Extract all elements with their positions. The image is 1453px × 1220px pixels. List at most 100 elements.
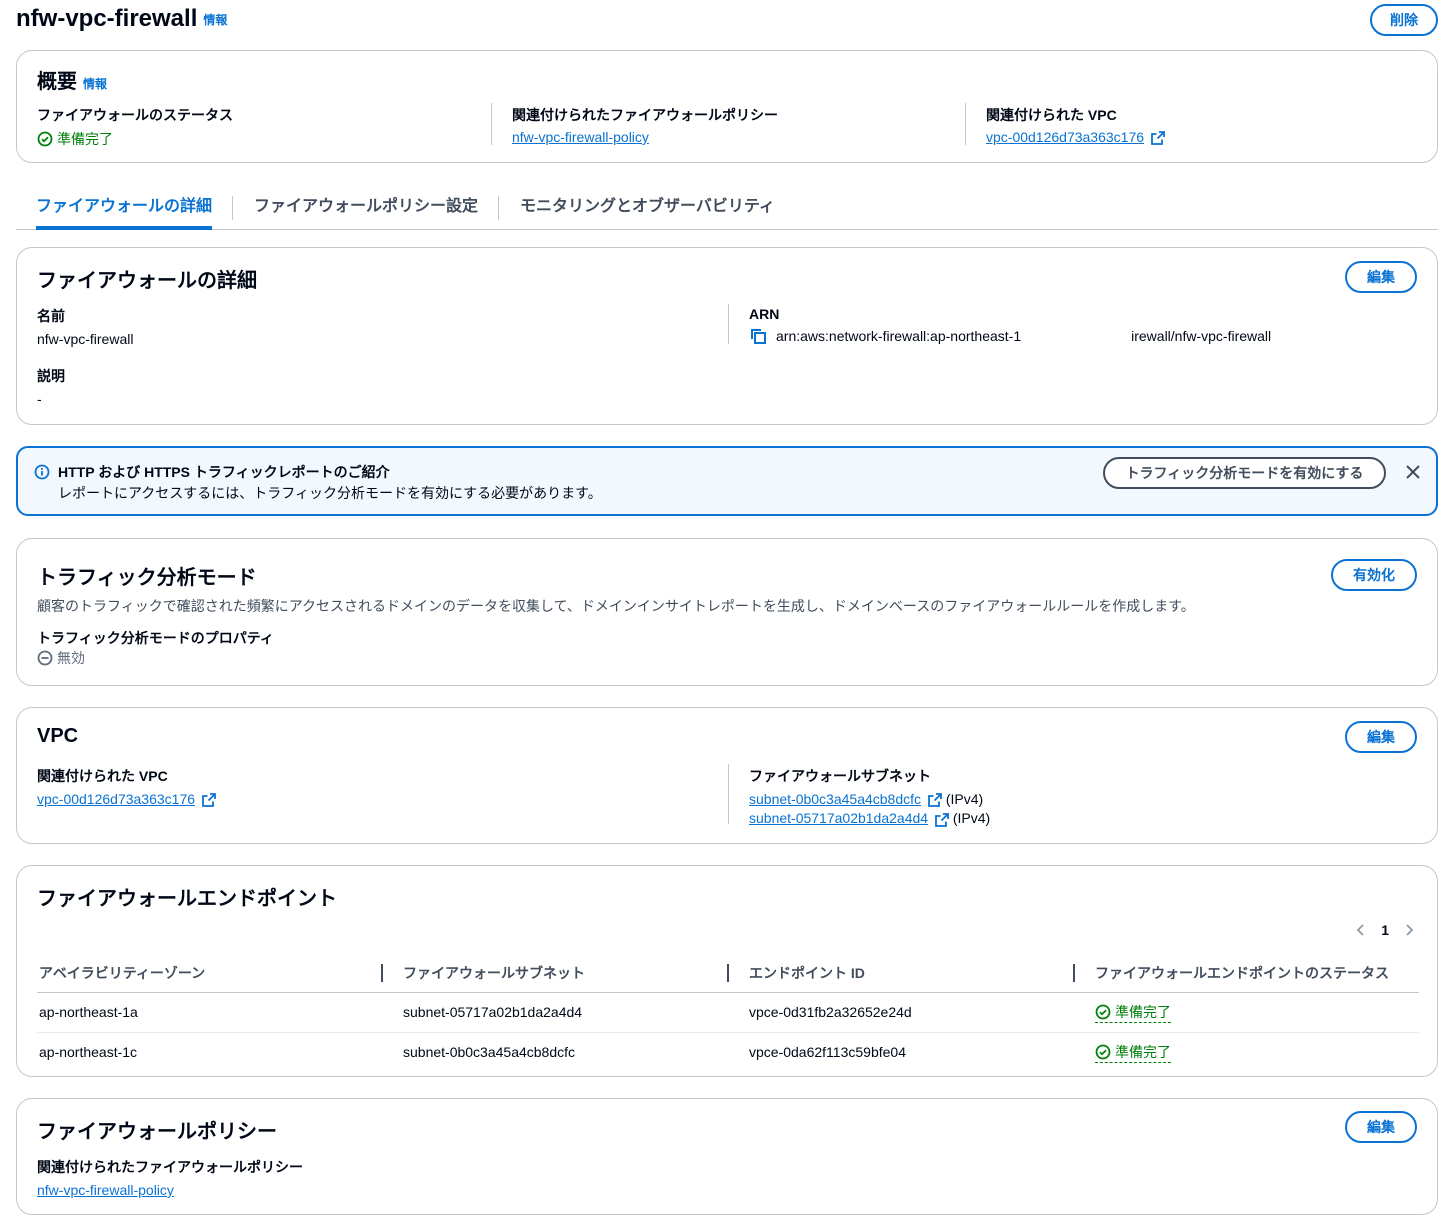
external-link-icon[interactable] bbox=[202, 793, 216, 808]
info-link[interactable]: 情報 bbox=[203, 13, 227, 27]
arn-value-left: arn:aws:network-firewall:ap-northeast-1 bbox=[776, 328, 1022, 344]
policy-link[interactable]: nfw-vpc-firewall-policy bbox=[512, 129, 649, 145]
page-header: nfw-vpc-firewall 情報 削除 bbox=[16, 4, 1438, 38]
page-number[interactable]: 1 bbox=[1381, 922, 1389, 938]
delete-button[interactable]: 削除 bbox=[1370, 4, 1438, 36]
endpoints-title: ファイアウォールエンドポイント bbox=[37, 888, 337, 910]
chevron-right-icon[interactable] bbox=[1403, 923, 1415, 937]
tab-bar: ファイアウォールの詳細 ファイアウォールポリシー設定 モニタリングとオブザーバビ… bbox=[16, 186, 1438, 230]
endpoint-status[interactable]: 準備完了 bbox=[1095, 1042, 1171, 1063]
external-link-icon[interactable] bbox=[1151, 131, 1165, 146]
description-value: - bbox=[37, 391, 42, 407]
arn-field: ARN arn:aws:network-firewall:ap-northeas… bbox=[749, 306, 1271, 345]
endpoint-cell: vpce-0da62f113c59bfe04 bbox=[749, 1044, 906, 1061]
pagination: 1 bbox=[1355, 922, 1415, 938]
divider bbox=[728, 764, 729, 824]
column-header[interactable]: ファイアウォールエンドポイントのステータス bbox=[1073, 954, 1419, 993]
subnet-field: ファイアウォールサブネット subnet-0b0c3a45a4cb8dcfc (… bbox=[749, 766, 990, 827]
endpoint-status-text: 準備完了 bbox=[1115, 1003, 1171, 1020]
overview-info-link[interactable]: 情報 bbox=[83, 77, 107, 91]
info-alert: HTTP および HTTPS トラフィックレポートのご紹介 レポートにアクセスす… bbox=[16, 446, 1438, 516]
subnet-cell: subnet-05717a02b1da2a4d4 bbox=[401, 992, 747, 1033]
policy-label: 関連付けられたファイアウォールポリシー bbox=[512, 107, 778, 123]
subnet-field-label: ファイアウォールサブネット bbox=[749, 768, 931, 784]
vpc-field: 関連付けられた VPC vpc-00d126d73a363c176 bbox=[37, 766, 216, 808]
tab-monitoring[interactable]: モニタリングとオブザーバビリティ bbox=[520, 186, 775, 230]
chevron-left-icon[interactable] bbox=[1355, 923, 1367, 937]
vpc-label: 関連付けられた VPC bbox=[986, 107, 1117, 123]
az-cell: ap-northeast-1c bbox=[39, 1044, 138, 1061]
column-header[interactable]: ファイアウォールサブネット bbox=[381, 954, 747, 993]
name-field: 名前 nfw-vpc-firewall bbox=[37, 306, 133, 347]
column-header[interactable]: エンドポイント ID bbox=[727, 954, 1093, 993]
page-title-text: nfw-vpc-firewall bbox=[16, 5, 198, 32]
vpc-field-label: 関連付けられた VPC bbox=[37, 768, 168, 784]
status-label: ファイアウォールのステータス bbox=[37, 107, 233, 123]
details-edit-button[interactable]: 編集 bbox=[1345, 261, 1417, 293]
traffic-description: 顧客のトラフィックで確認された頻繁にアクセスされるドメインのデータを収集して、ド… bbox=[37, 598, 1195, 614]
status-column: ファイアウォールのステータス 準備完了 bbox=[37, 105, 233, 149]
close-icon[interactable] bbox=[1405, 464, 1421, 480]
tab-policy-settings[interactable]: ファイアウォールポリシー設定 bbox=[254, 186, 478, 230]
vpc-title: VPC bbox=[37, 725, 79, 747]
divider bbox=[965, 103, 966, 145]
column-header[interactable]: アベイラビリティーゾーン bbox=[37, 954, 401, 993]
policy-column: 関連付けられたファイアウォールポリシー nfw-vpc-firewall-pol… bbox=[512, 105, 778, 145]
vpc-link[interactable]: vpc-00d126d73a363c176 bbox=[986, 129, 1144, 145]
subnet-link[interactable]: subnet-0b0c3a45a4cb8dcfc bbox=[749, 791, 921, 807]
external-link-icon[interactable] bbox=[935, 812, 949, 827]
check-circle-icon bbox=[37, 131, 53, 147]
endpoint-status[interactable]: 準備完了 bbox=[1095, 1002, 1171, 1023]
endpoint-cell: vpce-0d31fb2a32652e24d bbox=[747, 992, 1093, 1033]
az-cell: ap-northeast-1a bbox=[37, 992, 401, 1033]
arn-value-right: irewall/nfw-vpc-firewall bbox=[1131, 328, 1272, 344]
overview-card: 概要 情報 ファイアウォールのステータス 準備完了 関連付けられたファイアウォール… bbox=[16, 50, 1438, 163]
traffic-prop-label: トラフィック分析モードのプロパティ bbox=[37, 630, 274, 646]
subnet-list-item: subnet-0b0c3a45a4cb8dcfc (IPv4) bbox=[749, 791, 990, 808]
traffic-prop-value: 無効 bbox=[37, 648, 85, 668]
subnet-type: (IPv4) bbox=[952, 810, 991, 827]
check-circle-icon bbox=[1095, 1004, 1111, 1019]
vpc-column: 関連付けられた VPC vpc-00d126d73a363c176 bbox=[986, 105, 1165, 146]
table-row: ap-northeast-1c subnet-0b0c3a45a4cb8dcfc… bbox=[37, 1032, 1419, 1072]
overview-title-text: 概要 bbox=[37, 71, 77, 93]
policy-field-label: 関連付けられたファイアウォールポリシー bbox=[37, 1159, 303, 1175]
endpoints-table: アベイラビリティーゾーン ファイアウォールサブネット エンドポイント ID ファ… bbox=[37, 954, 1419, 1072]
status-cell: 準備完了 bbox=[1093, 992, 1419, 1033]
traffic-title: トラフィック分析モード bbox=[37, 567, 257, 589]
tab-separator bbox=[498, 196, 499, 220]
subnet-link[interactable]: subnet-05717a02b1da2a4d4 bbox=[749, 810, 928, 826]
traffic-prop-value-text: 無効 bbox=[57, 650, 85, 666]
traffic-analysis-card: トラフィック分析モード 有効化 顧客のトラフィックで確認された頻繁にアクセスされ… bbox=[16, 538, 1438, 686]
firewall-details-card: ファイアウォールの詳細 編集 名前 nfw-vpc-firewall 説明 - … bbox=[16, 247, 1438, 425]
vpc-field-link[interactable]: vpc-00d126d73a363c176 bbox=[37, 791, 195, 807]
description-field: 説明 - bbox=[37, 366, 65, 407]
table-row: ap-northeast-1a subnet-05717a02b1da2a4d4… bbox=[37, 992, 1419, 1033]
vpc-edit-button[interactable]: 編集 bbox=[1345, 721, 1417, 753]
subnet-type: (IPv4) bbox=[945, 791, 984, 807]
copy-icon[interactable] bbox=[749, 327, 767, 345]
tab-separator bbox=[232, 196, 233, 220]
check-circle-icon bbox=[1095, 1044, 1111, 1060]
policy-title: ファイアウォールポリシー bbox=[37, 1121, 277, 1143]
name-label: 名前 bbox=[37, 308, 65, 324]
details-title: ファイアウォールの詳細 bbox=[37, 270, 257, 292]
external-link-icon[interactable] bbox=[928, 793, 942, 808]
subnet-list-item: subnet-05717a02b1da2a4d4 (IPv4) bbox=[749, 810, 991, 827]
status-value: 準備完了 bbox=[37, 129, 233, 149]
alert-body: レポートにアクセスするには、トラフィック分析モードを有効にする必要があります。 bbox=[58, 485, 602, 501]
status-cell: 準備完了 bbox=[1093, 1032, 1419, 1072]
policy-edit-button[interactable]: 編集 bbox=[1345, 1111, 1417, 1143]
policy-field-link[interactable]: nfw-vpc-firewall-policy bbox=[37, 1182, 174, 1198]
page-title: nfw-vpc-firewall 情報 bbox=[16, 4, 227, 35]
policy-field: 関連付けられたファイアウォールポリシー nfw-vpc-firewall-pol… bbox=[37, 1157, 303, 1198]
divider bbox=[728, 304, 729, 344]
endpoints-card: ファイアウォールエンドポイント 1 アベイラビリティーゾーン ファイアウォールサ… bbox=[16, 865, 1438, 1077]
tab-firewall-details[interactable]: ファイアウォールの詳細 bbox=[36, 186, 213, 230]
arn-label: ARN bbox=[749, 306, 780, 322]
firewall-policy-card: ファイアウォールポリシー 編集 関連付けられたファイアウォールポリシー nfw-… bbox=[16, 1098, 1438, 1215]
divider bbox=[491, 103, 492, 145]
enable-traffic-analysis-button[interactable]: トラフィック分析モードを有効にする bbox=[1103, 457, 1386, 489]
enable-button[interactable]: 有効化 bbox=[1331, 559, 1417, 591]
description-label: 説明 bbox=[37, 368, 65, 384]
